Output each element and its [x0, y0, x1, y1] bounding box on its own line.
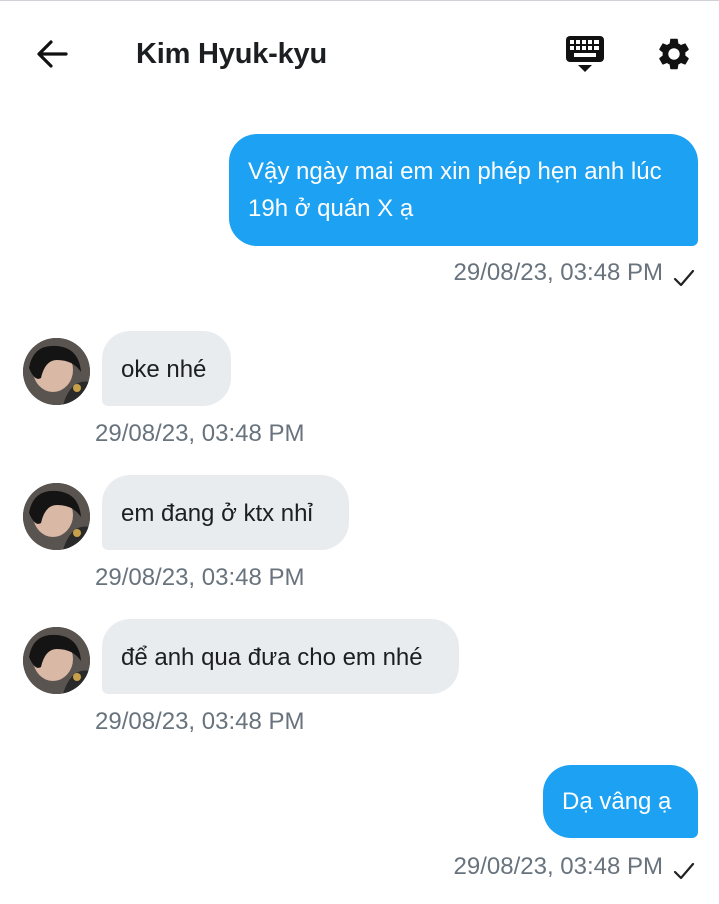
incoming-message-bubble[interactable]: em đang ở ktx nhỉ — [102, 475, 349, 550]
message-text: Vậy ngày mai em xin phép hẹn anh lúc 19h… — [248, 158, 662, 222]
message-text: em đang ở ktx nhỉ — [121, 500, 313, 527]
avatar-photo — [23, 627, 90, 694]
keyboard-button[interactable] — [562, 32, 608, 76]
conversation-title: Kim Hyuk-kyu — [136, 38, 327, 70]
message-timestamp: 29/08/23, 03:48 PM — [453, 853, 663, 880]
message-timestamp: 29/08/23, 03:48 PM — [453, 259, 663, 286]
outgoing-message-bubble[interactable]: Vậy ngày mai em xin phép hẹn anh lúc 19h… — [229, 134, 698, 246]
incoming-message-bubble[interactable]: oke nhé — [102, 331, 231, 406]
settings-button[interactable] — [652, 32, 696, 76]
outgoing-message-bubble[interactable]: Dạ vâng ạ — [543, 765, 698, 838]
avatar-photo — [23, 483, 90, 550]
message-text: để anh qua đưa cho em nhé — [121, 644, 423, 671]
contact-avatar[interactable] — [23, 338, 90, 405]
message-text: Dạ vâng ạ — [562, 788, 672, 815]
gear-icon — [659, 38, 689, 70]
message-timestamp: 29/08/23, 03:48 PM — [95, 420, 305, 447]
message-timestamp: 29/08/23, 03:48 PM — [95, 564, 305, 591]
contact-avatar[interactable] — [23, 627, 90, 694]
contact-avatar[interactable] — [23, 483, 90, 550]
sent-check-icon — [673, 862, 695, 880]
keyboard-icon — [566, 36, 604, 72]
arrow-left-icon — [37, 40, 68, 68]
sent-check-icon — [673, 269, 695, 287]
message-timestamp: 29/08/23, 03:48 PM — [95, 708, 305, 735]
avatar-photo — [23, 338, 90, 405]
chat-header: Kim Hyuk-kyu — [0, 0, 719, 110]
message-text: oke nhé — [121, 356, 207, 383]
back-button[interactable] — [30, 34, 74, 74]
incoming-message-bubble[interactable]: để anh qua đưa cho em nhé — [102, 619, 459, 694]
